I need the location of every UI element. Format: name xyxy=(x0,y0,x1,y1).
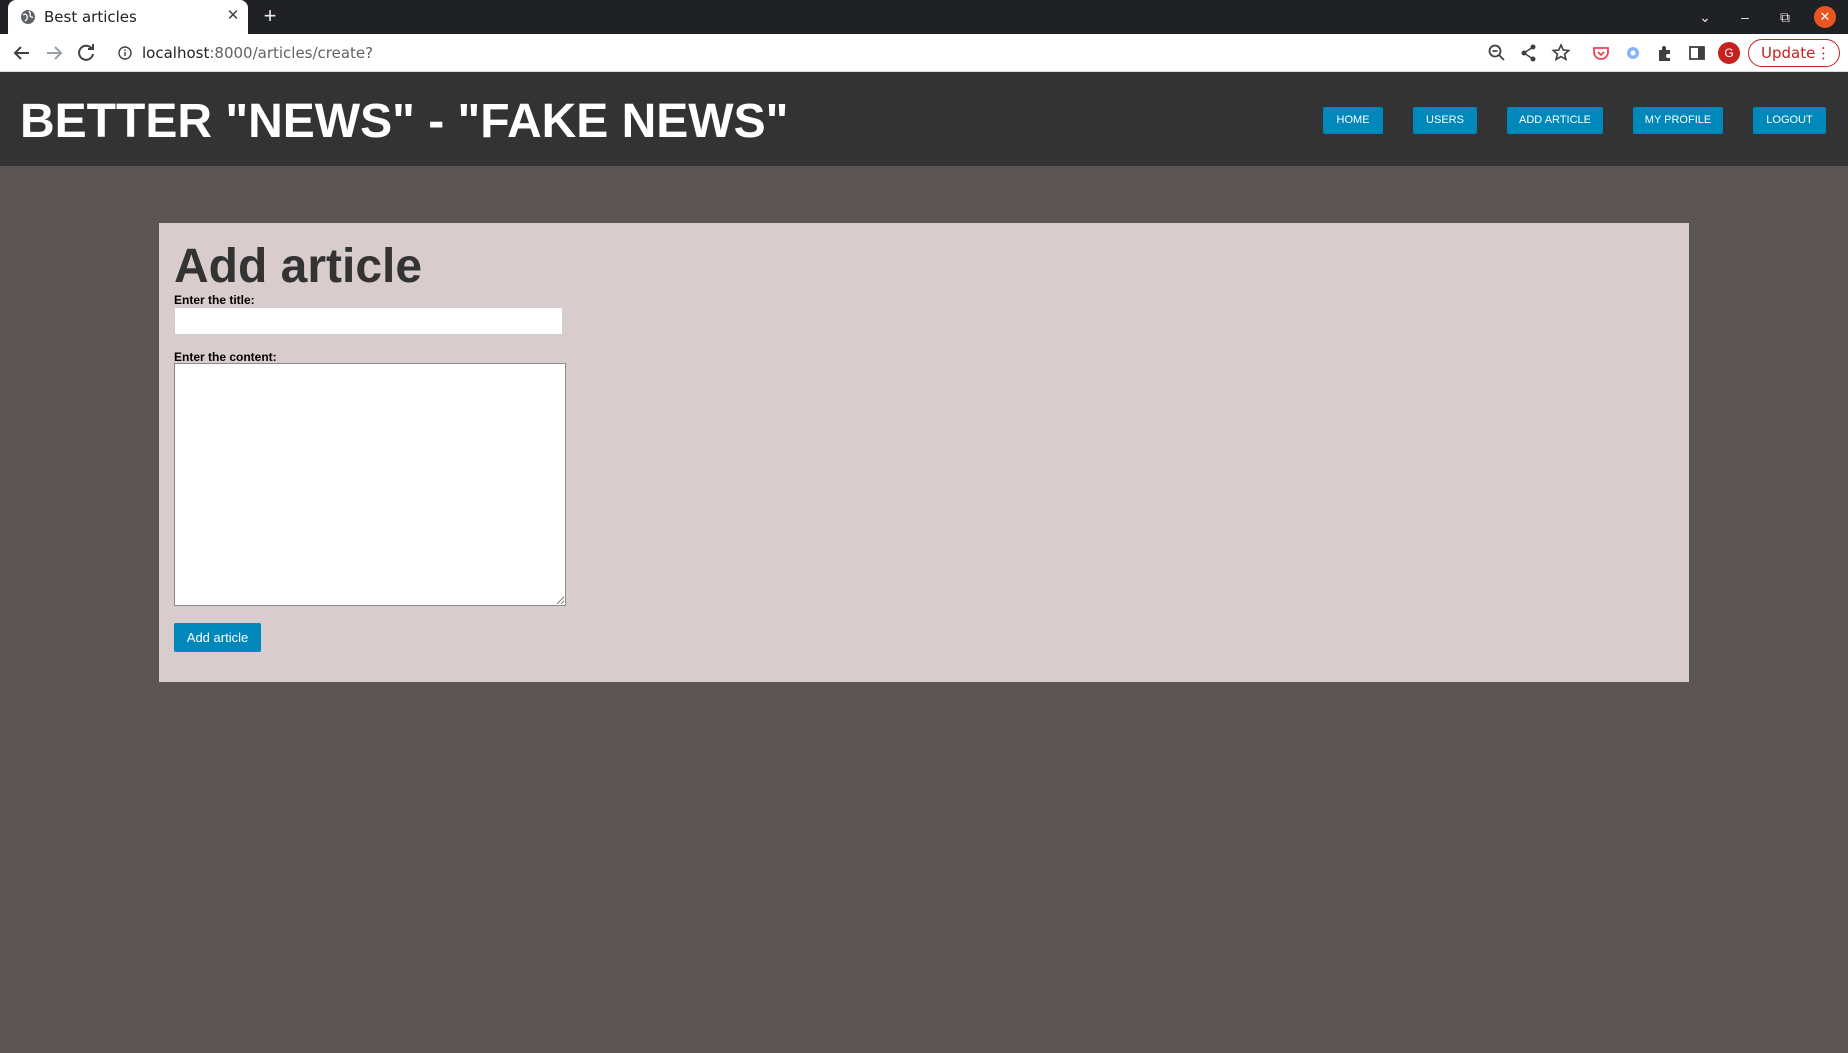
bookmark-star-icon[interactable] xyxy=(1550,41,1572,65)
browser-toolbar: localhost:8000/articles/create? G Update… xyxy=(0,34,1848,72)
nav-home-button[interactable]: HOME xyxy=(1323,107,1383,134)
window-close-icon[interactable]: ✕ xyxy=(1814,6,1836,28)
page-title: Add article xyxy=(174,240,423,293)
browser-update-button[interactable]: Update ⋮ xyxy=(1748,39,1840,67)
restore-icon[interactable]: ⧉ xyxy=(1774,6,1796,28)
site-header: BETTER "NEWS" - "FAKE NEWS" HOME USERS A… xyxy=(0,72,1848,166)
pocket-extension-icon[interactable] xyxy=(1590,41,1612,65)
browser-tab-strip: Best articles ✕ + ⌄ – ⧉ ✕ xyxy=(0,0,1848,34)
new-tab-icon[interactable]: + xyxy=(258,5,282,29)
browser-tab[interactable]: Best articles ✕ xyxy=(8,0,248,34)
share-icon[interactable] xyxy=(1518,41,1540,65)
url-text: localhost:8000/articles/create? xyxy=(142,44,373,62)
tab-search-icon[interactable]: ⌄ xyxy=(1694,6,1716,28)
tab-close-icon[interactable]: ✕ xyxy=(224,7,242,25)
zoom-icon[interactable] xyxy=(1486,41,1508,65)
profile-avatar[interactable]: G xyxy=(1718,42,1740,64)
nav-logout-button[interactable]: LOGOUT xyxy=(1753,107,1826,134)
url-path: :8000/articles/create? xyxy=(209,44,374,62)
extensions-puzzle-icon[interactable] xyxy=(1654,41,1676,65)
title-label: Enter the title: xyxy=(174,293,255,307)
menu-dots-icon: ⋮ xyxy=(1816,44,1831,62)
reload-icon[interactable] xyxy=(74,41,98,65)
back-icon[interactable] xyxy=(10,41,34,65)
nav-my-profile-button[interactable]: MY PROFILE xyxy=(1633,107,1723,134)
nav-add-article-button[interactable]: ADD ARTICLE xyxy=(1507,107,1603,134)
settings-extension-icon[interactable] xyxy=(1622,41,1644,65)
content-label: Enter the content: xyxy=(174,350,277,364)
side-panel-icon[interactable] xyxy=(1686,41,1708,65)
add-article-panel: Add article Enter the title: Enter the c… xyxy=(159,223,1689,682)
forward-icon[interactable] xyxy=(42,41,66,65)
update-label: Update xyxy=(1761,44,1816,62)
url-host: localhost xyxy=(142,44,210,62)
tab-title: Best articles xyxy=(44,8,137,26)
title-input[interactable] xyxy=(174,307,563,335)
add-article-submit-button[interactable]: Add article xyxy=(174,623,261,652)
site-title: BETTER "NEWS" - "FAKE NEWS" xyxy=(20,95,789,148)
site-info-icon[interactable] xyxy=(118,46,132,60)
nav-users-button[interactable]: USERS xyxy=(1413,107,1477,134)
content-textarea[interactable] xyxy=(174,363,566,606)
minimize-icon[interactable]: – xyxy=(1734,6,1756,28)
globe-icon xyxy=(21,10,35,24)
